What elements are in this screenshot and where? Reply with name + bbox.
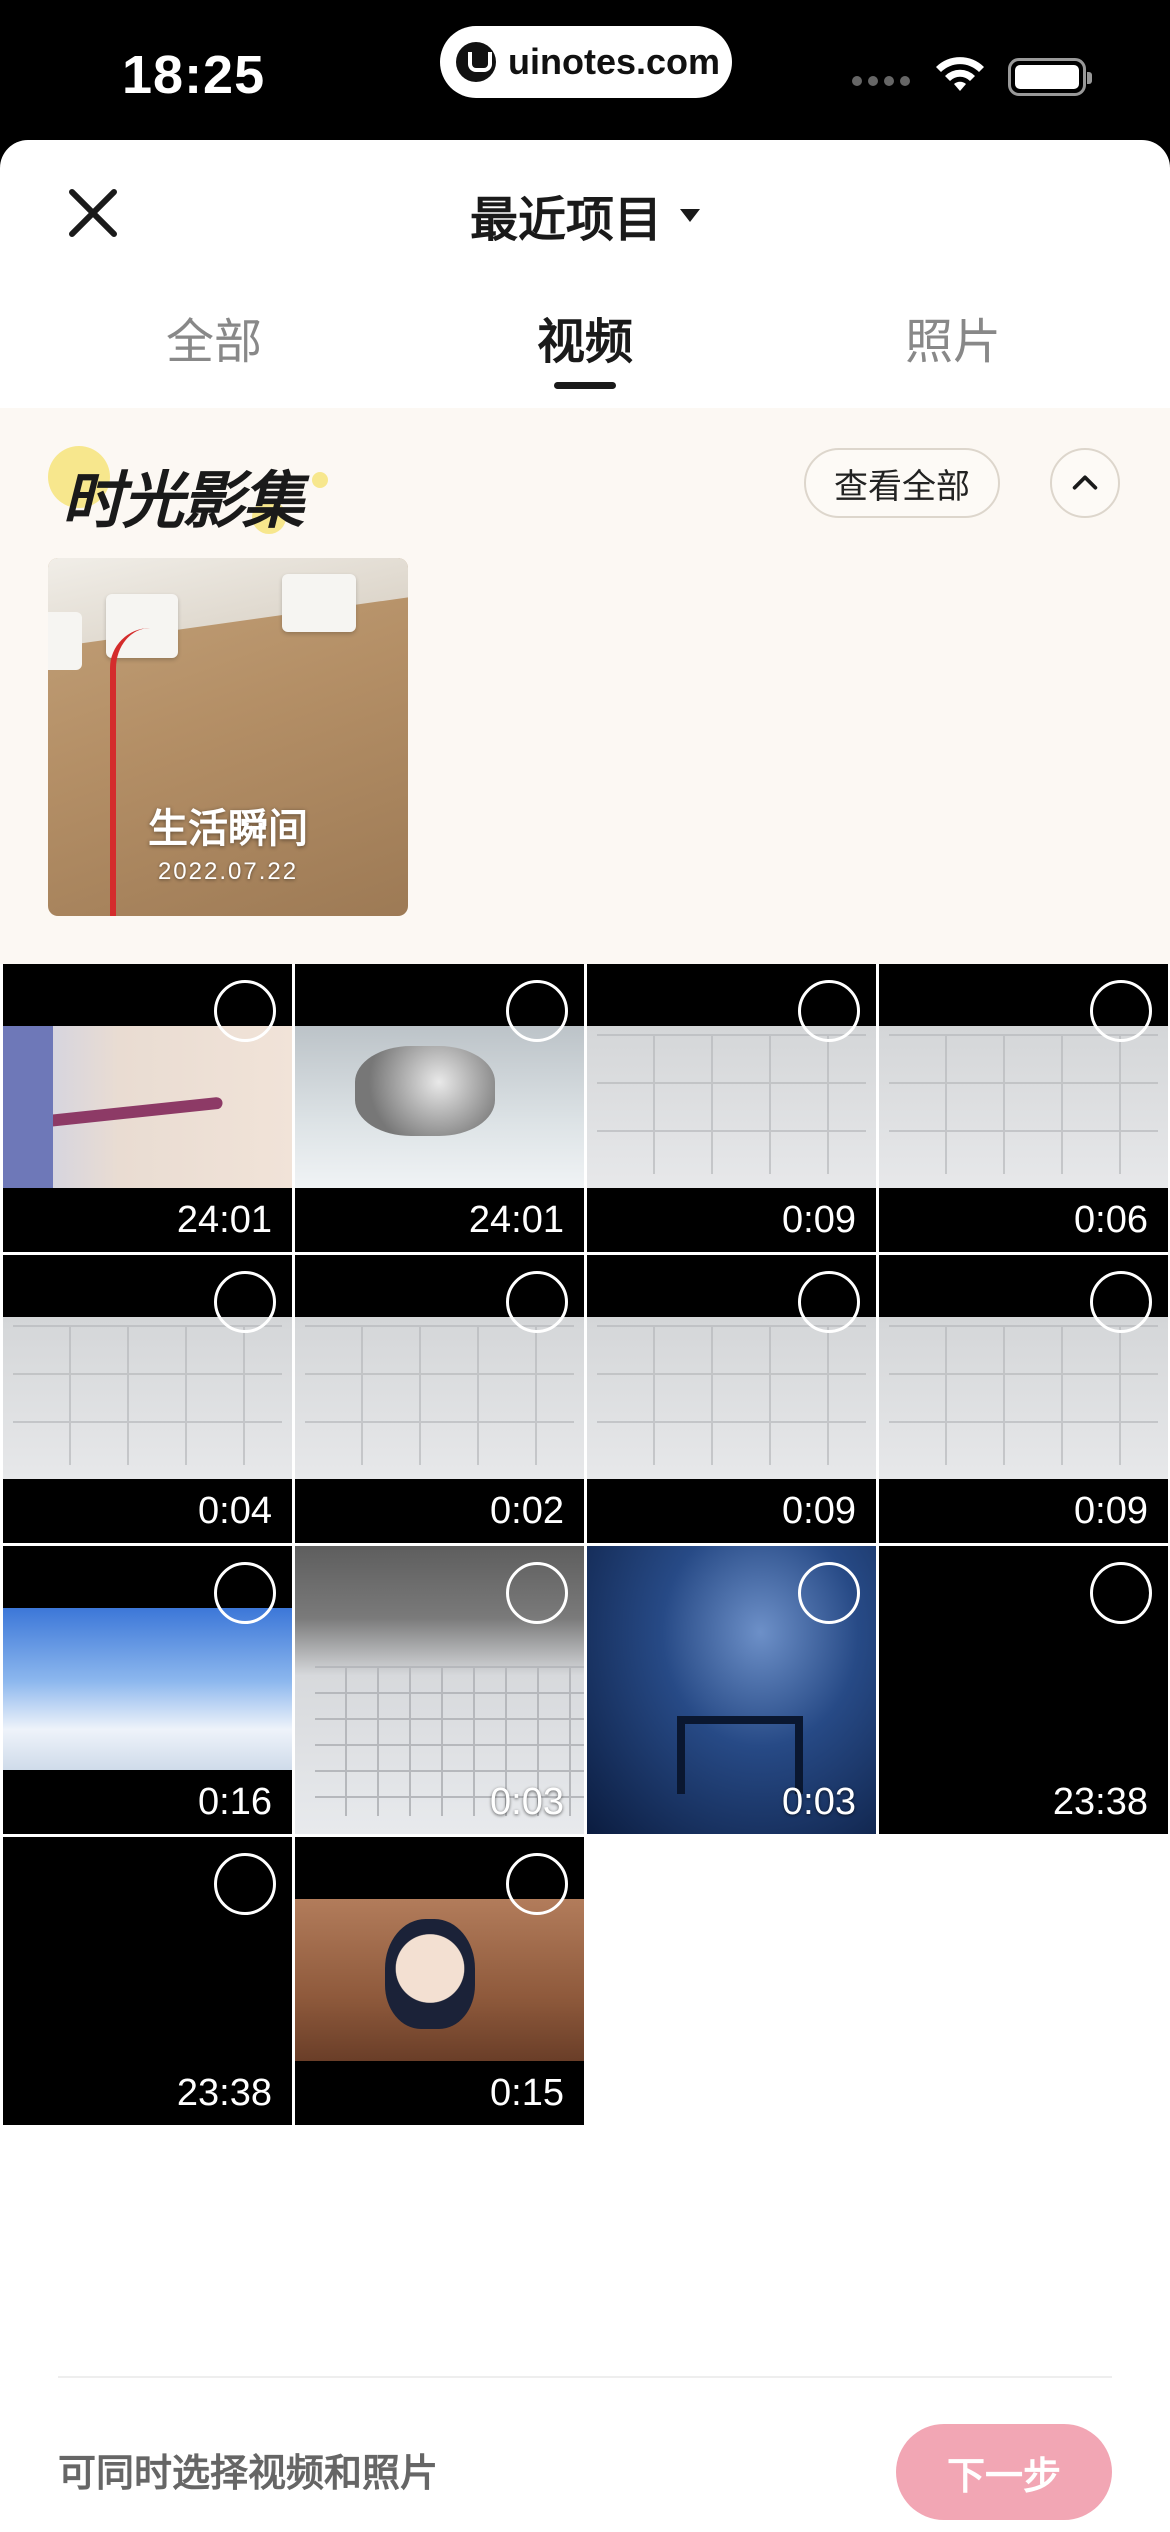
- select-circle-icon[interactable]: [506, 1562, 568, 1624]
- video-duration: 23:38: [1052, 1781, 1148, 1823]
- status-bar: 18:25 uinotes.com: [0, 0, 1170, 140]
- select-circle-icon[interactable]: [214, 980, 276, 1042]
- video-item[interactable]: 0:09: [879, 1255, 1168, 1543]
- video-item[interactable]: 0:04: [3, 1255, 292, 1543]
- video-duration: 0:02: [490, 1490, 564, 1532]
- select-circle-icon[interactable]: [506, 1271, 568, 1333]
- video-item[interactable]: 24:01: [295, 964, 584, 1252]
- video-duration: 0:09: [782, 1490, 856, 1532]
- select-circle-icon[interactable]: [798, 1271, 860, 1333]
- album-date: 2022.07.22: [157, 858, 299, 885]
- signal-icon: [852, 76, 910, 86]
- status-time: 18:25: [122, 45, 266, 105]
- video-duration: 0:03: [490, 1781, 564, 1823]
- tab-video[interactable]: 视频: [537, 302, 633, 372]
- video-duration: 24:01: [468, 1199, 564, 1241]
- active-tab-indicator: [554, 382, 616, 389]
- video-item[interactable]: 0:06: [879, 964, 1168, 1252]
- video-duration: 0:15: [490, 2072, 564, 2114]
- view-all-button[interactable]: 查看全部: [804, 448, 1000, 518]
- caret-down-icon: [680, 208, 700, 222]
- select-circle-icon[interactable]: [506, 1853, 568, 1915]
- video-item[interactable]: 0:15: [295, 1837, 584, 2125]
- select-circle-icon[interactable]: [214, 1271, 276, 1333]
- video-item[interactable]: 0:09: [587, 1255, 876, 1543]
- video-item[interactable]: 0:09: [587, 964, 876, 1252]
- video-item[interactable]: 0:03: [587, 1546, 876, 1834]
- memories-section: 时光影集 查看全部 生活瞬间 2022.07.22: [0, 408, 1170, 964]
- video-item[interactable]: 0:03: [295, 1546, 584, 1834]
- select-circle-icon[interactable]: [506, 980, 568, 1042]
- next-button[interactable]: 下一步: [896, 2424, 1112, 2520]
- video-duration: 24:01: [176, 1199, 272, 1241]
- album-card[interactable]: 生活瞬间 2022.07.22: [48, 558, 408, 916]
- tab-all[interactable]: 全部: [166, 302, 262, 372]
- video-grid: 24:01 24:01 0:09 0:06 0:04 0:02 0:09 0:0…: [0, 964, 1170, 2125]
- select-circle-icon[interactable]: [798, 980, 860, 1042]
- page-title: 最近项目: [469, 194, 662, 247]
- video-duration: 23:38: [176, 2072, 272, 2114]
- album-selector[interactable]: 最近项目: [0, 180, 1170, 250]
- video-item[interactable]: 23:38: [3, 1837, 292, 2125]
- select-circle-icon[interactable]: [1090, 980, 1152, 1042]
- select-circle-icon[interactable]: [798, 1562, 860, 1624]
- album-name: 生活瞬间: [148, 807, 308, 851]
- video-duration: 0:04: [198, 1490, 272, 1532]
- url-pill: uinotes.com: [440, 26, 732, 98]
- battery-icon: [1008, 58, 1092, 96]
- video-item[interactable]: 0:02: [295, 1255, 584, 1543]
- footer-divider: [58, 2376, 1112, 2378]
- chevron-up-icon[interactable]: [1050, 448, 1120, 518]
- site-logo-icon: [456, 42, 496, 82]
- url-text: uinotes.com: [508, 41, 721, 82]
- wifi-icon: [936, 57, 984, 91]
- video-item[interactable]: 24:01: [3, 964, 292, 1252]
- decor-dot: [312, 472, 328, 488]
- video-item[interactable]: 23:38: [879, 1546, 1168, 1834]
- selection-hint: 可同时选择视频和照片: [58, 2453, 439, 2495]
- tab-photo[interactable]: 照片: [905, 302, 1001, 372]
- select-circle-icon[interactable]: [214, 1853, 276, 1915]
- select-circle-icon[interactable]: [1090, 1271, 1152, 1333]
- video-duration: 0:06: [1074, 1199, 1148, 1241]
- video-duration: 0:03: [782, 1781, 856, 1823]
- video-duration: 0:16: [198, 1781, 272, 1823]
- select-circle-icon[interactable]: [214, 1562, 276, 1624]
- video-duration: 0:09: [1074, 1490, 1148, 1532]
- select-circle-icon[interactable]: [1090, 1562, 1152, 1624]
- video-item[interactable]: 0:16: [3, 1546, 292, 1834]
- memories-title: 时光影集: [62, 464, 304, 537]
- video-duration: 0:09: [782, 1199, 856, 1241]
- media-picker-sheet: 最近项目 全部 视频 照片 时光影集 查看全部 生活瞬间 2022.07.22 …: [0, 140, 1170, 2532]
